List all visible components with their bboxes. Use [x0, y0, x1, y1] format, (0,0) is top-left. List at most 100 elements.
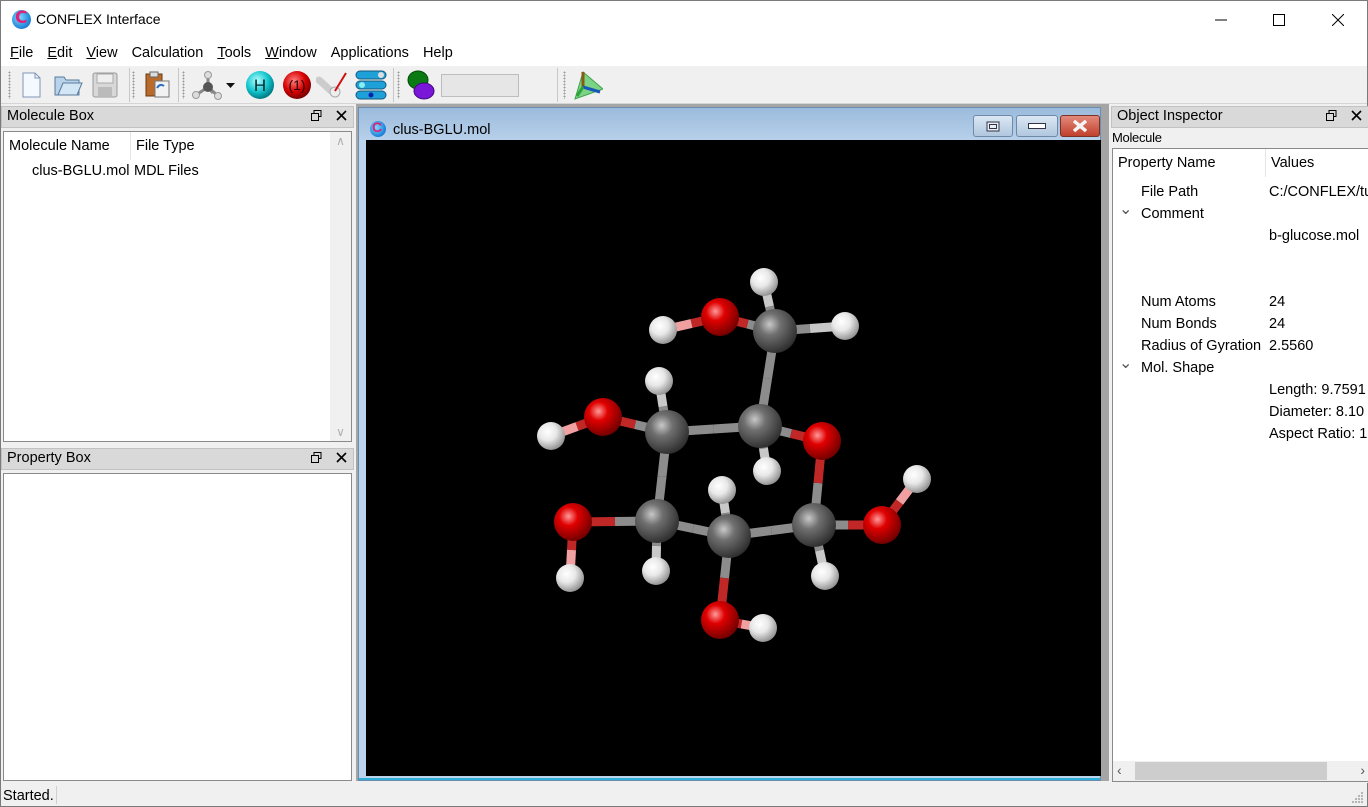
- property-row[interactable]: Length: 9.7591: [1113, 379, 1368, 401]
- mdi-area: clus-BGLU.mol: [356, 104, 1109, 781]
- float-icon: [311, 110, 322, 121]
- charge-one-icon: (1): [283, 71, 311, 99]
- property-row[interactable]: Num Atoms 24: [1113, 291, 1368, 313]
- toolbar-grip[interactable]: [132, 71, 135, 99]
- scroll-right-icon[interactable]: ›: [1360, 762, 1365, 778]
- property-name: Radius of Gyration: [1141, 338, 1262, 354]
- atom-H2[interactable]: [708, 476, 736, 504]
- property-tree-hscrollbar[interactable]: ‹ ›: [1113, 761, 1368, 781]
- property-row[interactable]: ⌄ Comment: [1113, 201, 1368, 225]
- atom-O1[interactable]: [863, 506, 901, 544]
- float-button[interactable]: [311, 108, 322, 124]
- menu-applications[interactable]: Applications: [325, 45, 415, 61]
- charge-button[interactable]: (1): [281, 69, 313, 101]
- atom-O5[interactable]: [803, 422, 841, 460]
- property-row[interactable]: Diameter: 8.10: [1113, 401, 1368, 423]
- viewer-close-button[interactable]: [1060, 115, 1100, 137]
- property-value: 24: [1269, 294, 1286, 310]
- measure-button[interactable]: [316, 69, 348, 101]
- minimize-icon: [1215, 19, 1227, 21]
- toolbar-input-field[interactable]: [441, 74, 519, 97]
- resize-grip-icon[interactable]: [1352, 792, 1364, 804]
- column-header-file-type[interactable]: File Type: [131, 132, 329, 160]
- atom-O6[interactable]: [701, 298, 739, 336]
- menu-view[interactable]: View: [80, 45, 123, 61]
- atom-H4[interactable]: [645, 367, 673, 395]
- atom-O4[interactable]: [584, 398, 622, 436]
- atom-C4[interactable]: [645, 410, 689, 454]
- atom-C6[interactable]: [753, 309, 797, 353]
- close-panel-button[interactable]: [336, 450, 347, 466]
- toolbar-grip[interactable]: [397, 71, 400, 99]
- scroll-left-icon[interactable]: ‹: [1117, 762, 1122, 778]
- save-button[interactable]: [89, 69, 121, 101]
- viewer-titlebar[interactable]: clus-BGLU.mol: [359, 108, 1100, 140]
- atom-C1[interactable]: [792, 503, 836, 547]
- atom-C3[interactable]: [635, 499, 679, 543]
- atom-O2[interactable]: [701, 601, 739, 639]
- toolbar-grip[interactable]: [182, 71, 185, 99]
- molecule-list-row[interactable]: clus-BGLU.mol MDL Files: [4, 160, 331, 182]
- atom-H5[interactable]: [753, 457, 781, 485]
- atom-H3[interactable]: [642, 557, 670, 585]
- atom-HO3[interactable]: [556, 564, 584, 592]
- atom-H6a[interactable]: [750, 268, 778, 296]
- atom-HO2[interactable]: [749, 614, 777, 642]
- maximize-button[interactable]: [1250, 1, 1308, 39]
- close-panel-button[interactable]: [1351, 108, 1362, 124]
- property-row[interactable]: b-glucose.mol: [1113, 225, 1368, 247]
- property-row[interactable]: Aspect Ratio: 1: [1113, 423, 1368, 445]
- viewer-minimize-button[interactable]: [1016, 115, 1058, 137]
- menu-edit[interactable]: Edit: [41, 45, 78, 61]
- viewer-restore-button[interactable]: [973, 115, 1013, 137]
- chevron-down-icon[interactable]: ⌄: [1119, 199, 1132, 219]
- add-hydrogens-button[interactable]: H: [244, 69, 276, 101]
- molecule-builder-dropdown[interactable]: [223, 69, 237, 101]
- orbital-button[interactable]: [405, 69, 437, 101]
- column-header-molecule-name[interactable]: Molecule Name: [4, 132, 131, 160]
- float-button[interactable]: [1326, 108, 1337, 124]
- atom-HO4[interactable]: [537, 422, 565, 450]
- atom-O3[interactable]: [554, 503, 592, 541]
- menu-file[interactable]: File: [4, 45, 39, 61]
- close-panel-button[interactable]: [336, 108, 347, 124]
- scroll-down-icon[interactable]: ∨: [330, 425, 351, 439]
- property-row[interactable]: [1113, 247, 1368, 269]
- chevron-down-icon[interactable]: ⌄: [1119, 353, 1132, 373]
- axes-button[interactable]: [571, 69, 603, 101]
- scrollbar-thumb[interactable]: [1135, 762, 1327, 780]
- paste-button[interactable]: [141, 69, 173, 101]
- close-button[interactable]: [1309, 1, 1367, 39]
- property-row[interactable]: File Path C:/CONFLEX/tu: [1113, 181, 1368, 203]
- molecule-builder-button[interactable]: [191, 69, 223, 101]
- property-row[interactable]: Num Bonds 24: [1113, 313, 1368, 335]
- file-type-cell: MDL Files: [134, 163, 199, 179]
- property-value: C:/CONFLEX/tu: [1269, 184, 1368, 200]
- settings-sliders-button[interactable]: [355, 69, 387, 101]
- atom-HO1[interactable]: [903, 465, 931, 493]
- toolbar-grip[interactable]: [563, 71, 566, 99]
- minimize-button[interactable]: [1192, 1, 1250, 39]
- object-inspector-subtitle: Molecule: [1112, 130, 1162, 145]
- atom-C2[interactable]: [707, 514, 751, 558]
- toolbar-grip[interactable]: [8, 71, 11, 99]
- atom-H1[interactable]: [811, 562, 839, 590]
- scroll-up-icon[interactable]: ∧: [330, 134, 351, 148]
- 3d-molecule-viewport[interactable]: [366, 140, 1101, 776]
- property-row[interactable]: ⌄ Mol. Shape: [1113, 355, 1368, 379]
- float-button[interactable]: [311, 450, 322, 466]
- column-header-values[interactable]: Values: [1266, 149, 1366, 177]
- property-row[interactable]: [1113, 269, 1368, 291]
- property-row[interactable]: Radius of Gyration 2.5560: [1113, 335, 1368, 357]
- column-header-property-name[interactable]: Property Name: [1113, 149, 1266, 177]
- menu-window[interactable]: Window: [259, 45, 323, 61]
- menu-calculation[interactable]: Calculation: [126, 45, 210, 61]
- open-folder-button[interactable]: [52, 69, 84, 101]
- molecule-list-scrollbar[interactable]: ∧ ∨: [330, 132, 351, 441]
- atom-C5[interactable]: [738, 404, 782, 448]
- menu-tools[interactable]: Tools: [211, 45, 257, 61]
- atom-HO6[interactable]: [649, 316, 677, 344]
- atom-H6b[interactable]: [831, 312, 859, 340]
- menu-help[interactable]: Help: [417, 45, 459, 61]
- new-file-button[interactable]: [15, 69, 47, 101]
